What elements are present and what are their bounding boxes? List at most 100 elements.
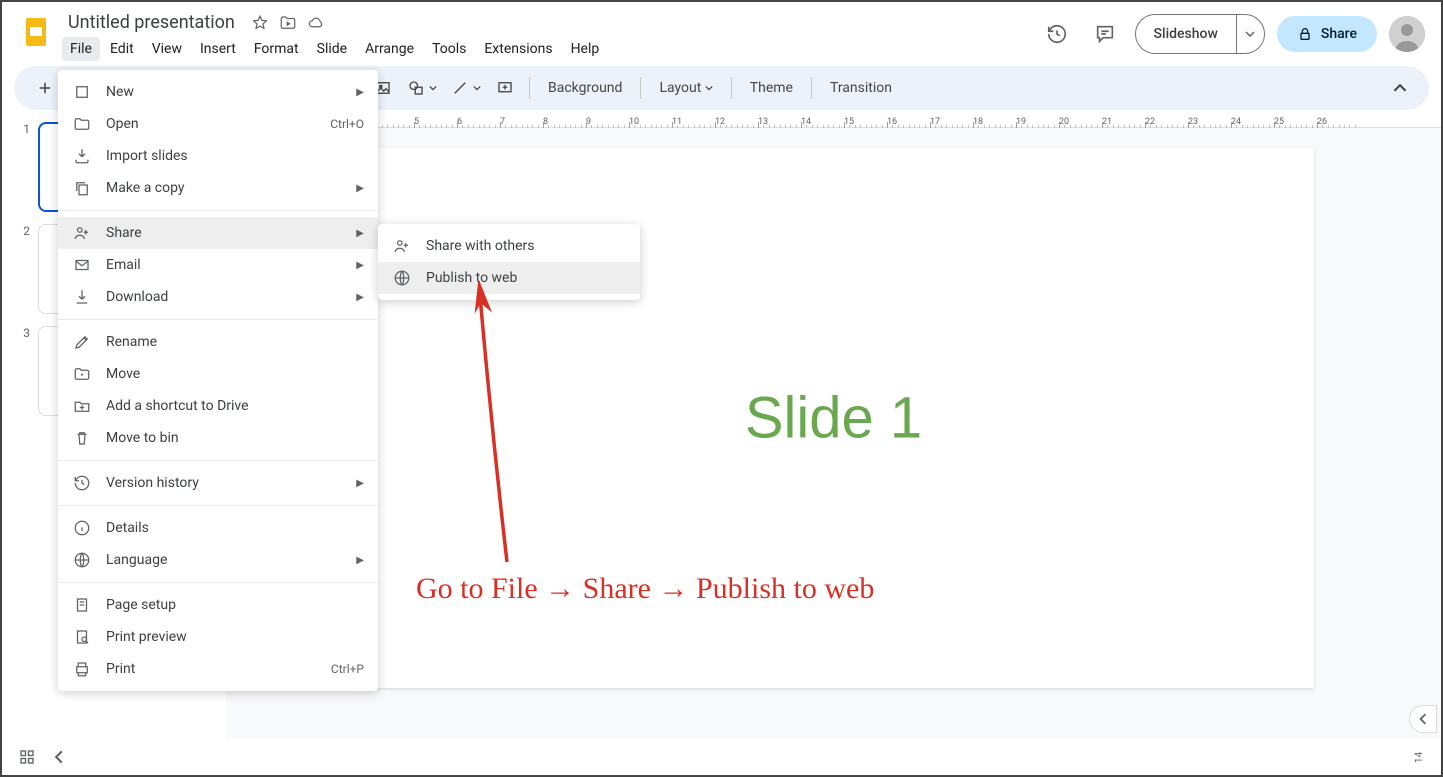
- shape-button[interactable]: [401, 72, 443, 104]
- menu-item-version-history[interactable]: Version history ▶: [58, 467, 378, 499]
- menu-item-make-a-copy[interactable]: Make a copy ▶: [58, 172, 378, 204]
- submenu-arrow-icon: ▶: [356, 183, 364, 194]
- new-icon: [72, 83, 92, 101]
- menu-item-new[interactable]: New ▶: [58, 76, 378, 108]
- menubar-item-view[interactable]: View: [144, 37, 190, 61]
- copy-icon: [72, 179, 92, 197]
- theme-button[interactable]: Theme: [740, 80, 803, 96]
- menu-item-move-to-bin[interactable]: Move to bin: [58, 422, 378, 454]
- menu-item-import-slides[interactable]: Import slides: [58, 140, 378, 172]
- menu-item-page-setup[interactable]: Page setup: [58, 589, 378, 621]
- ruler-tick: 8: [543, 117, 548, 127]
- grid-view-icon[interactable]: [18, 748, 36, 766]
- email-icon: [72, 256, 92, 274]
- star-icon[interactable]: [251, 14, 269, 32]
- menu-item-add-a-shortcut-to-drive[interactable]: Add a shortcut to Drive: [58, 390, 378, 422]
- transition-button[interactable]: Transition: [820, 80, 902, 96]
- menu-item-print[interactable]: Print Ctrl+P: [58, 653, 378, 685]
- thumb-number: 2: [14, 224, 30, 314]
- menu-item-label: Move: [106, 366, 364, 382]
- menubar-item-file[interactable]: File: [62, 37, 100, 61]
- details-icon: [72, 519, 92, 537]
- layout-button[interactable]: Layout: [649, 80, 722, 96]
- menu-item-label: Make a copy: [106, 180, 342, 196]
- title-area: Untitled presentation FileEditViewInsert…: [62, 10, 1039, 61]
- background-button[interactable]: Background: [538, 80, 632, 96]
- annotation-instruction-text: Go to File → Share → Publish to web: [416, 572, 874, 606]
- menubar-item-tools[interactable]: Tools: [424, 37, 474, 61]
- menu-item-download[interactable]: Download ▶: [58, 281, 378, 313]
- ruler-tick: 9: [586, 117, 591, 127]
- move-folder-icon[interactable]: [279, 14, 297, 32]
- line-button[interactable]: [445, 72, 487, 104]
- menu-item-rename[interactable]: Rename: [58, 326, 378, 358]
- menubar-item-edit[interactable]: Edit: [102, 37, 142, 61]
- submenu-item-label: Share with others: [426, 238, 626, 254]
- menubar-item-arrange[interactable]: Arrange: [357, 37, 422, 61]
- submenu-item-share-with-others[interactable]: Share with others: [378, 230, 640, 262]
- menu-item-label: Version history: [106, 475, 342, 491]
- menu-item-label: Details: [106, 520, 364, 536]
- menu-item-label: Language: [106, 552, 342, 568]
- menubar-item-extensions[interactable]: Extensions: [476, 37, 560, 61]
- menu-item-move[interactable]: Move: [58, 358, 378, 390]
- menu-item-label: Move to bin: [106, 430, 364, 446]
- share-icon: [72, 224, 92, 242]
- lock-icon: [1297, 26, 1313, 42]
- menu-item-language[interactable]: Language ▶: [58, 544, 378, 576]
- open-icon: [72, 115, 92, 133]
- submenu-arrow-icon: ▶: [356, 228, 364, 239]
- menu-item-email[interactable]: Email ▶: [58, 249, 378, 281]
- menubar-item-format[interactable]: Format: [246, 37, 307, 61]
- collapse-toolbar-icon[interactable]: [1387, 75, 1413, 101]
- menu-item-label: Open: [106, 116, 316, 132]
- thumb-number: 1: [14, 122, 30, 212]
- prev-slide-icon[interactable]: [52, 750, 66, 764]
- ruler-tick: 5: [414, 117, 419, 127]
- submenu-arrow-icon: ▶: [356, 292, 364, 303]
- menu-item-label: Print preview: [106, 629, 364, 645]
- import-icon: [72, 147, 92, 165]
- doc-title[interactable]: Untitled presentation: [62, 10, 241, 35]
- comment-add-button[interactable]: [489, 72, 521, 104]
- header: Untitled presentation FileEditViewInsert…: [2, 2, 1441, 66]
- submenu-arrow-icon: ▶: [356, 478, 364, 489]
- bottom-bar: 14: [2, 739, 1441, 775]
- bin-icon: [72, 429, 92, 447]
- thumb-number: 3: [14, 326, 30, 416]
- comments-icon[interactable]: [1087, 16, 1123, 52]
- share-submenu: Share with others Publish to web: [378, 224, 640, 300]
- publish-icon: [392, 269, 412, 287]
- submenu-arrow-icon: ▶: [356, 555, 364, 566]
- menu-item-print-preview[interactable]: Print preview: [58, 621, 378, 653]
- menubar-item-insert[interactable]: Insert: [192, 37, 244, 61]
- history-icon[interactable]: [1039, 16, 1075, 52]
- zoom-indicator: 14: [1414, 751, 1425, 762]
- pagesetup-icon: [72, 596, 92, 614]
- menu-separator: [58, 460, 378, 461]
- menu-item-label: Rename: [106, 334, 364, 350]
- account-avatar[interactable]: [1389, 16, 1425, 52]
- cloud-status-icon[interactable]: [307, 14, 325, 32]
- move-icon: [72, 365, 92, 383]
- language-icon: [72, 551, 92, 569]
- menu-item-label: Add a shortcut to Drive: [106, 398, 364, 414]
- explore-button[interactable]: [1409, 705, 1437, 733]
- share-button[interactable]: Share: [1277, 16, 1377, 52]
- slideshow-button-group: Slideshow: [1135, 14, 1265, 54]
- slideshow-button[interactable]: Slideshow: [1136, 26, 1236, 42]
- submenu-item-publish-to-web[interactable]: Publish to web: [378, 262, 640, 294]
- menu-item-open[interactable]: Open Ctrl+O: [58, 108, 378, 140]
- slideshow-dropdown-icon[interactable]: [1236, 15, 1264, 53]
- menu-item-label: Print: [106, 661, 317, 677]
- menubar-item-help[interactable]: Help: [563, 37, 608, 61]
- horizontal-ruler: 1234567891011121314151617181920212223242…: [226, 110, 1441, 128]
- share-button-label: Share: [1321, 26, 1357, 42]
- download-icon: [72, 288, 92, 306]
- menu-separator: [58, 319, 378, 320]
- menubar-item-slide[interactable]: Slide: [309, 37, 355, 61]
- slides-logo-icon[interactable]: [18, 14, 54, 50]
- menu-item-share[interactable]: Share ▶: [58, 217, 378, 249]
- canvas-area: 1234567891011121314151617181920212223242…: [226, 110, 1441, 739]
- menu-item-details[interactable]: Details: [58, 512, 378, 544]
